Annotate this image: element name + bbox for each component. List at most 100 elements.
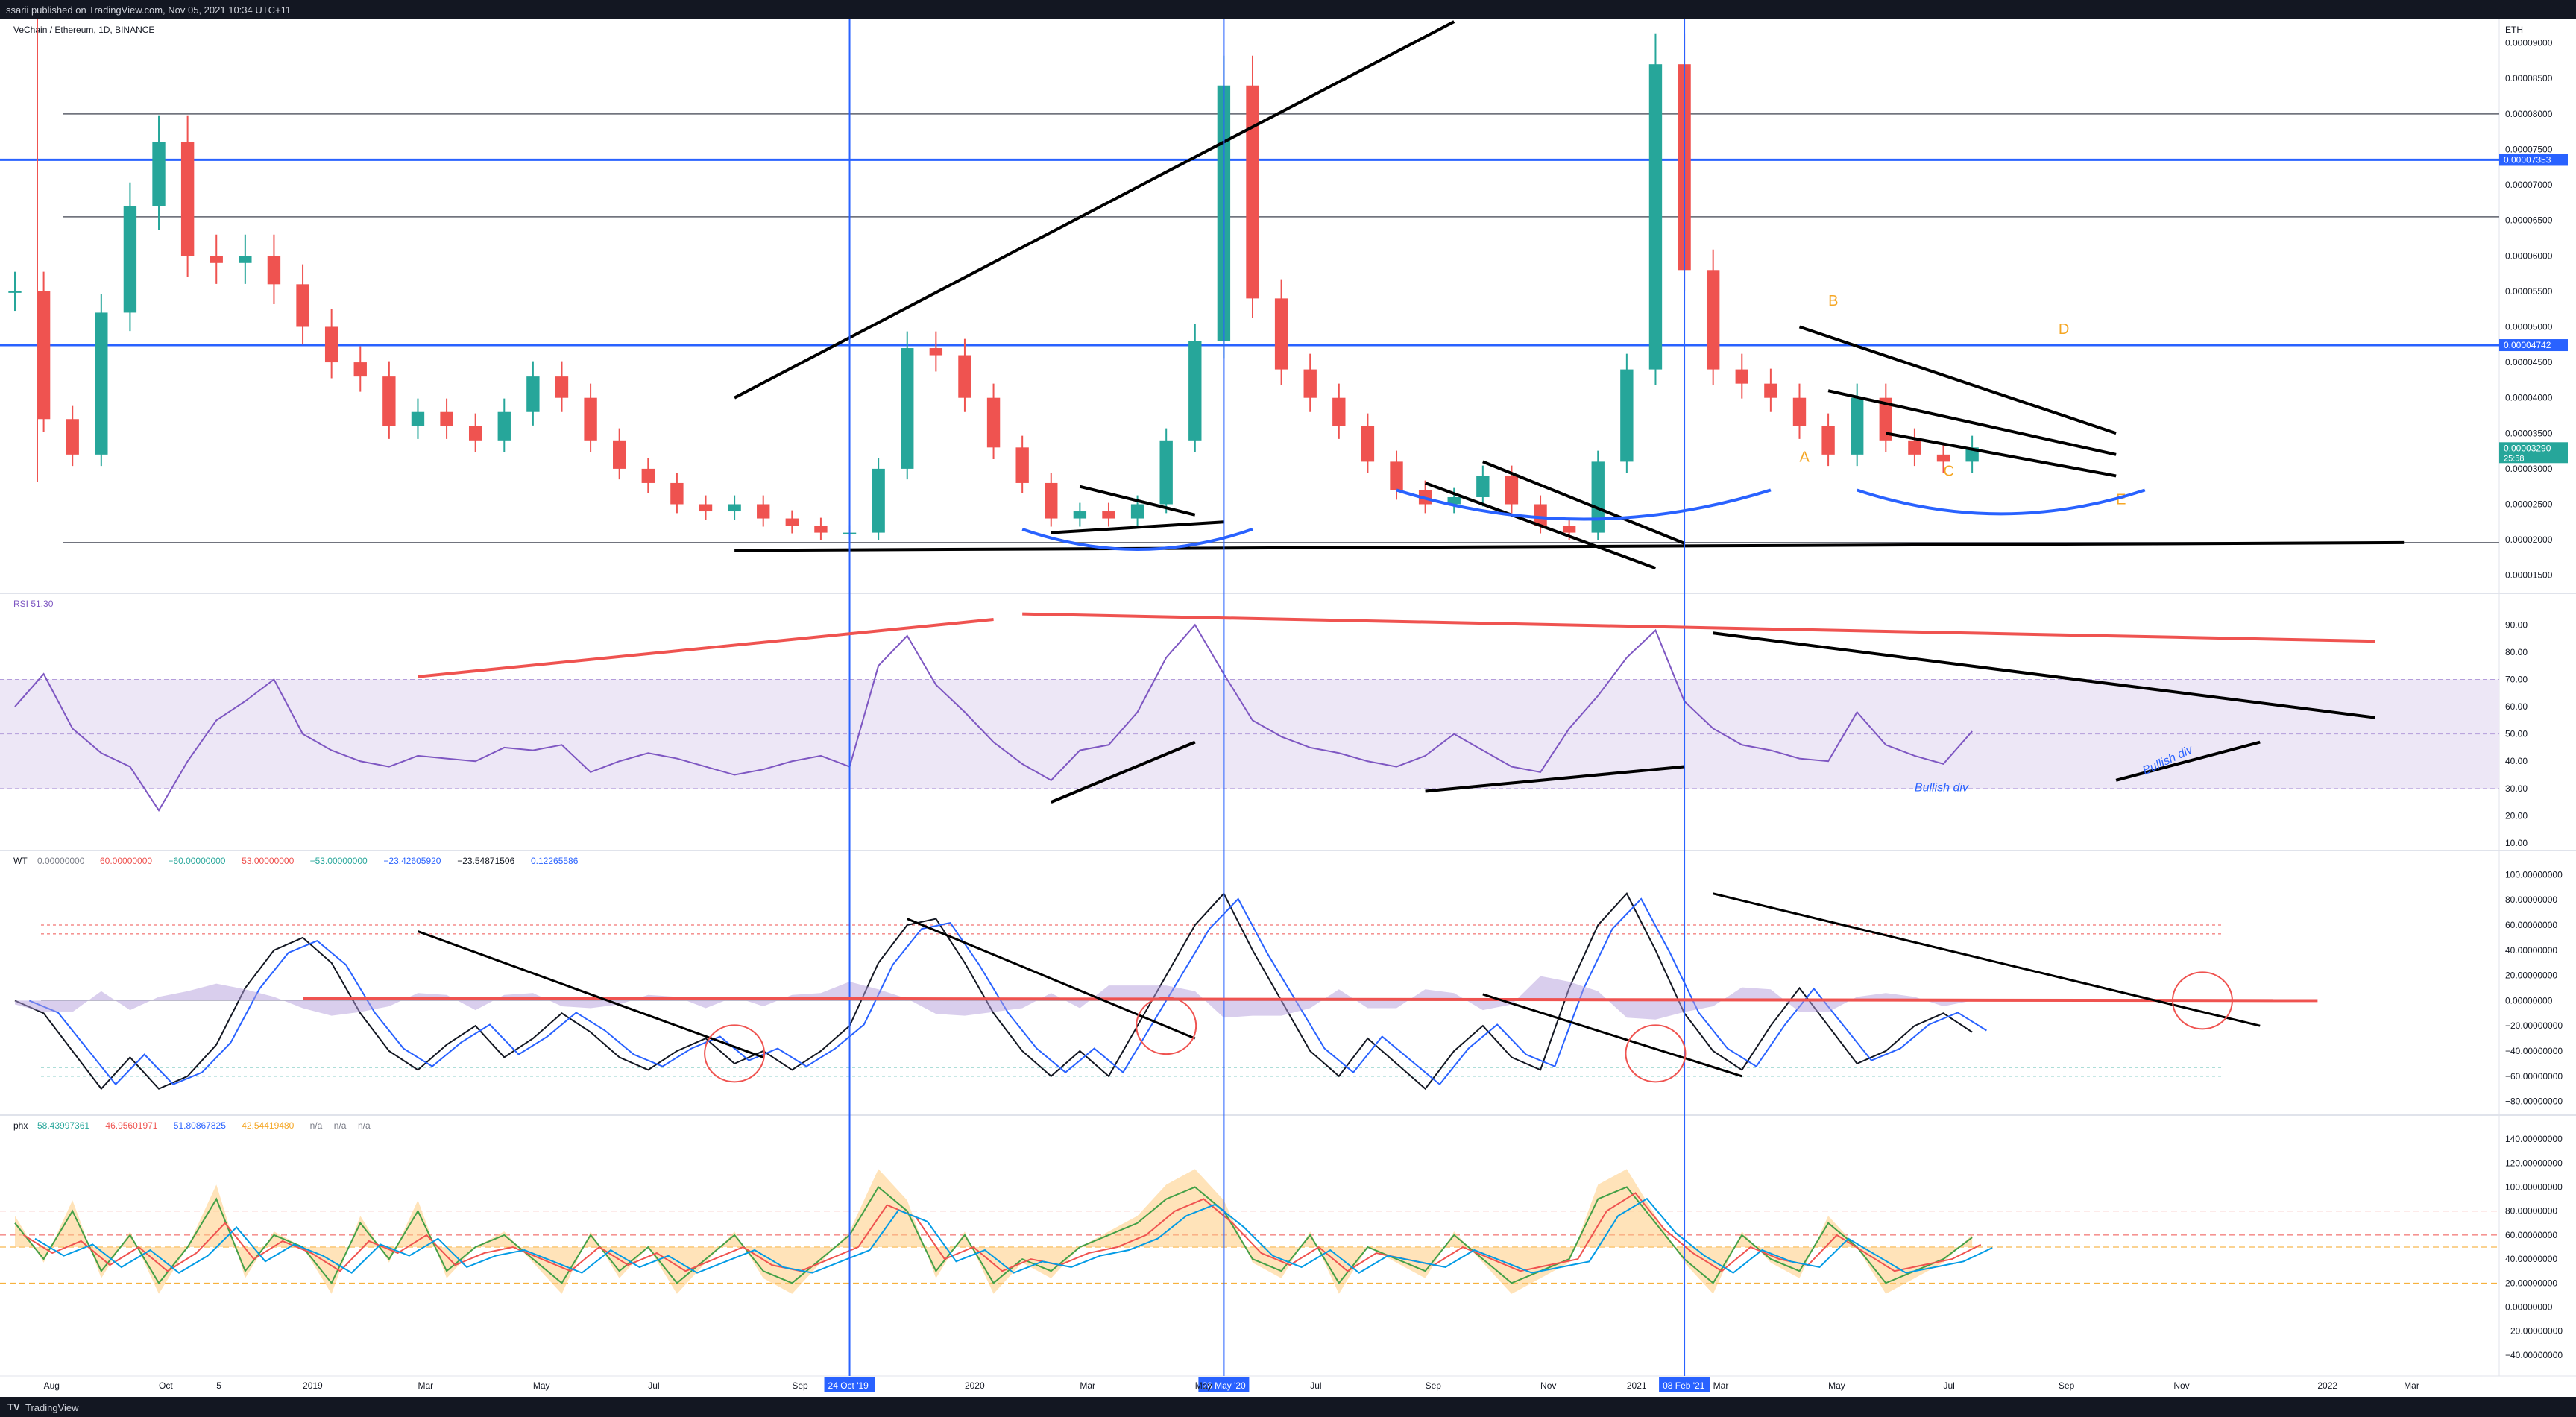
phx-header-value: n/a: [334, 1120, 347, 1131]
price-tick-label: 0.00007500: [2505, 144, 2553, 154]
candle-body: [468, 426, 482, 441]
time-tick-label: Sep: [792, 1380, 808, 1391]
candle-body: [728, 504, 741, 512]
time-tick-label: May: [533, 1380, 550, 1391]
candle-body: [1648, 64, 1663, 370]
price-tick-label: 0.00006500: [2505, 215, 2553, 226]
price-label-text: 0.00004742: [2504, 340, 2551, 350]
time-tick-label: Jul: [1944, 1380, 1955, 1391]
candle-body: [1851, 397, 1864, 455]
wt-tick-label: 40.00000000: [2505, 945, 2557, 956]
candle-body: [296, 284, 309, 327]
wt-tick-label: 0.00000000: [2505, 995, 2553, 1006]
footer-bar: TV TradingView: [0, 1397, 2576, 1417]
pattern-label-e: E: [2116, 492, 2126, 508]
time-tick-label: Nov: [1540, 1380, 1556, 1391]
phx-tick-label: 140.00000000: [2505, 1134, 2563, 1144]
candle-body: [958, 355, 971, 398]
phx-header-value: 51.80867825: [174, 1120, 226, 1131]
time-tick-label: May: [1195, 1380, 1212, 1391]
candle-body: [1505, 476, 1519, 505]
candle-body: [814, 526, 828, 533]
published-bar: ssarii published on TradingView.com, Nov…: [0, 0, 2576, 19]
phx-tick-label: 100.00000000: [2505, 1181, 2563, 1192]
wt-header-value: 0.00000000: [37, 856, 85, 866]
candle-body: [267, 256, 281, 285]
time-tick-label: Oct: [159, 1380, 173, 1391]
candle-body: [1764, 383, 1777, 398]
bullish-div-label: Bullish div: [1915, 781, 1969, 794]
time-tick-label: 2019: [303, 1380, 323, 1391]
price-tick-label: 0.00002500: [2505, 499, 2553, 510]
candle-body: [785, 518, 799, 526]
wt-header-value: −23.42605920: [383, 856, 441, 866]
pattern-label-c: C: [1944, 463, 1954, 479]
date-marker-label: 08 Feb '21: [1663, 1380, 1705, 1391]
time-tick-label: 5: [216, 1380, 221, 1391]
rsi-tick-label: 20.00: [2505, 810, 2528, 821]
candle-body: [123, 206, 137, 313]
candle-body: [1591, 461, 1605, 533]
price-tick-label: 0.00002000: [2505, 534, 2553, 545]
candle-body: [1936, 454, 1950, 462]
phx-tick-label: 0.00000000: [2505, 1302, 2553, 1313]
candle-body: [872, 468, 885, 533]
phx-title: phx: [13, 1120, 28, 1131]
candle-body: [613, 440, 626, 469]
wt-tick-label: −40.00000000: [2505, 1046, 2563, 1056]
phx-header-value: n/a: [358, 1120, 371, 1131]
price-label-text: 0.00003290: [2504, 443, 2551, 453]
candle-body: [210, 256, 223, 263]
footer-brand: TradingView: [25, 1402, 79, 1413]
wt-tick-label: 60.00000000: [2505, 920, 2557, 930]
candle-body: [584, 397, 597, 441]
candle-body: [1476, 476, 1490, 497]
candle-body: [1332, 397, 1346, 426]
candle-body: [1246, 85, 1259, 299]
wt-tick-label: 80.00000000: [2505, 894, 2557, 905]
candle-body: [1792, 397, 1807, 426]
time-tick-label: Jul: [648, 1380, 659, 1391]
time-tick-label: Sep: [1426, 1380, 1442, 1391]
pattern-label-a: A: [1799, 449, 1810, 465]
candle-body: [1303, 369, 1317, 398]
phx-tick-label: 40.00000000: [2505, 1254, 2557, 1264]
pattern-label-d: D: [2059, 321, 2069, 338]
chart-svg[interactable]: VeChain / Ethereum, 1D, BINANCE RSI 51.30…: [0, 19, 2576, 1397]
time-tick-label: Mar: [2404, 1380, 2419, 1391]
wt-title: WT: [13, 856, 28, 866]
rsi-tick-label: 30.00: [2505, 783, 2528, 794]
candle-body: [641, 468, 655, 483]
rsi-tick-label: 80.00: [2505, 647, 2528, 657]
candle-body: [757, 504, 770, 519]
candle-body: [180, 142, 195, 256]
time-tick-label: 2022: [2317, 1380, 2337, 1391]
phx-header-value: n/a: [310, 1120, 323, 1131]
price-tick-label: 0.00005000: [2505, 321, 2553, 332]
candle-body: [497, 411, 511, 441]
candle-body: [152, 142, 166, 206]
phx-tick-label: −20.00000000: [2505, 1326, 2563, 1336]
candle-body: [1015, 447, 1029, 483]
phx-tick-label: 120.00000000: [2505, 1158, 2563, 1168]
wt-header-value: −53.00000000: [310, 856, 368, 866]
candle-body: [66, 419, 79, 455]
candle-body: [411, 411, 425, 426]
rsi-tick-label: 10.00: [2505, 838, 2528, 848]
wt-tick-label: −20.00000000: [2505, 1020, 2563, 1031]
time-tick-label: Mar: [1713, 1380, 1729, 1391]
candle-body: [1908, 440, 1921, 455]
candle-body: [8, 291, 22, 293]
price-tick-label: 0.00004500: [2505, 357, 2553, 367]
rsi-tick-label: 60.00: [2505, 701, 2528, 712]
price-pane-title: VeChain / Ethereum, 1D, BINANCE: [13, 25, 154, 35]
candle-body: [526, 376, 540, 412]
phx-tick-label: 80.00000000: [2505, 1206, 2557, 1216]
rsi-tick-label: 50.00: [2505, 729, 2528, 739]
candle-body: [95, 312, 108, 455]
rsi-tick-label: 90.00: [2505, 619, 2528, 630]
phx-tick-label: 20.00000000: [2505, 1278, 2557, 1288]
phx-header-value: 46.95601971: [105, 1120, 157, 1131]
time-tick-label: Sep: [2059, 1380, 2075, 1391]
price-tick-label: 0.00009000: [2505, 38, 2553, 48]
